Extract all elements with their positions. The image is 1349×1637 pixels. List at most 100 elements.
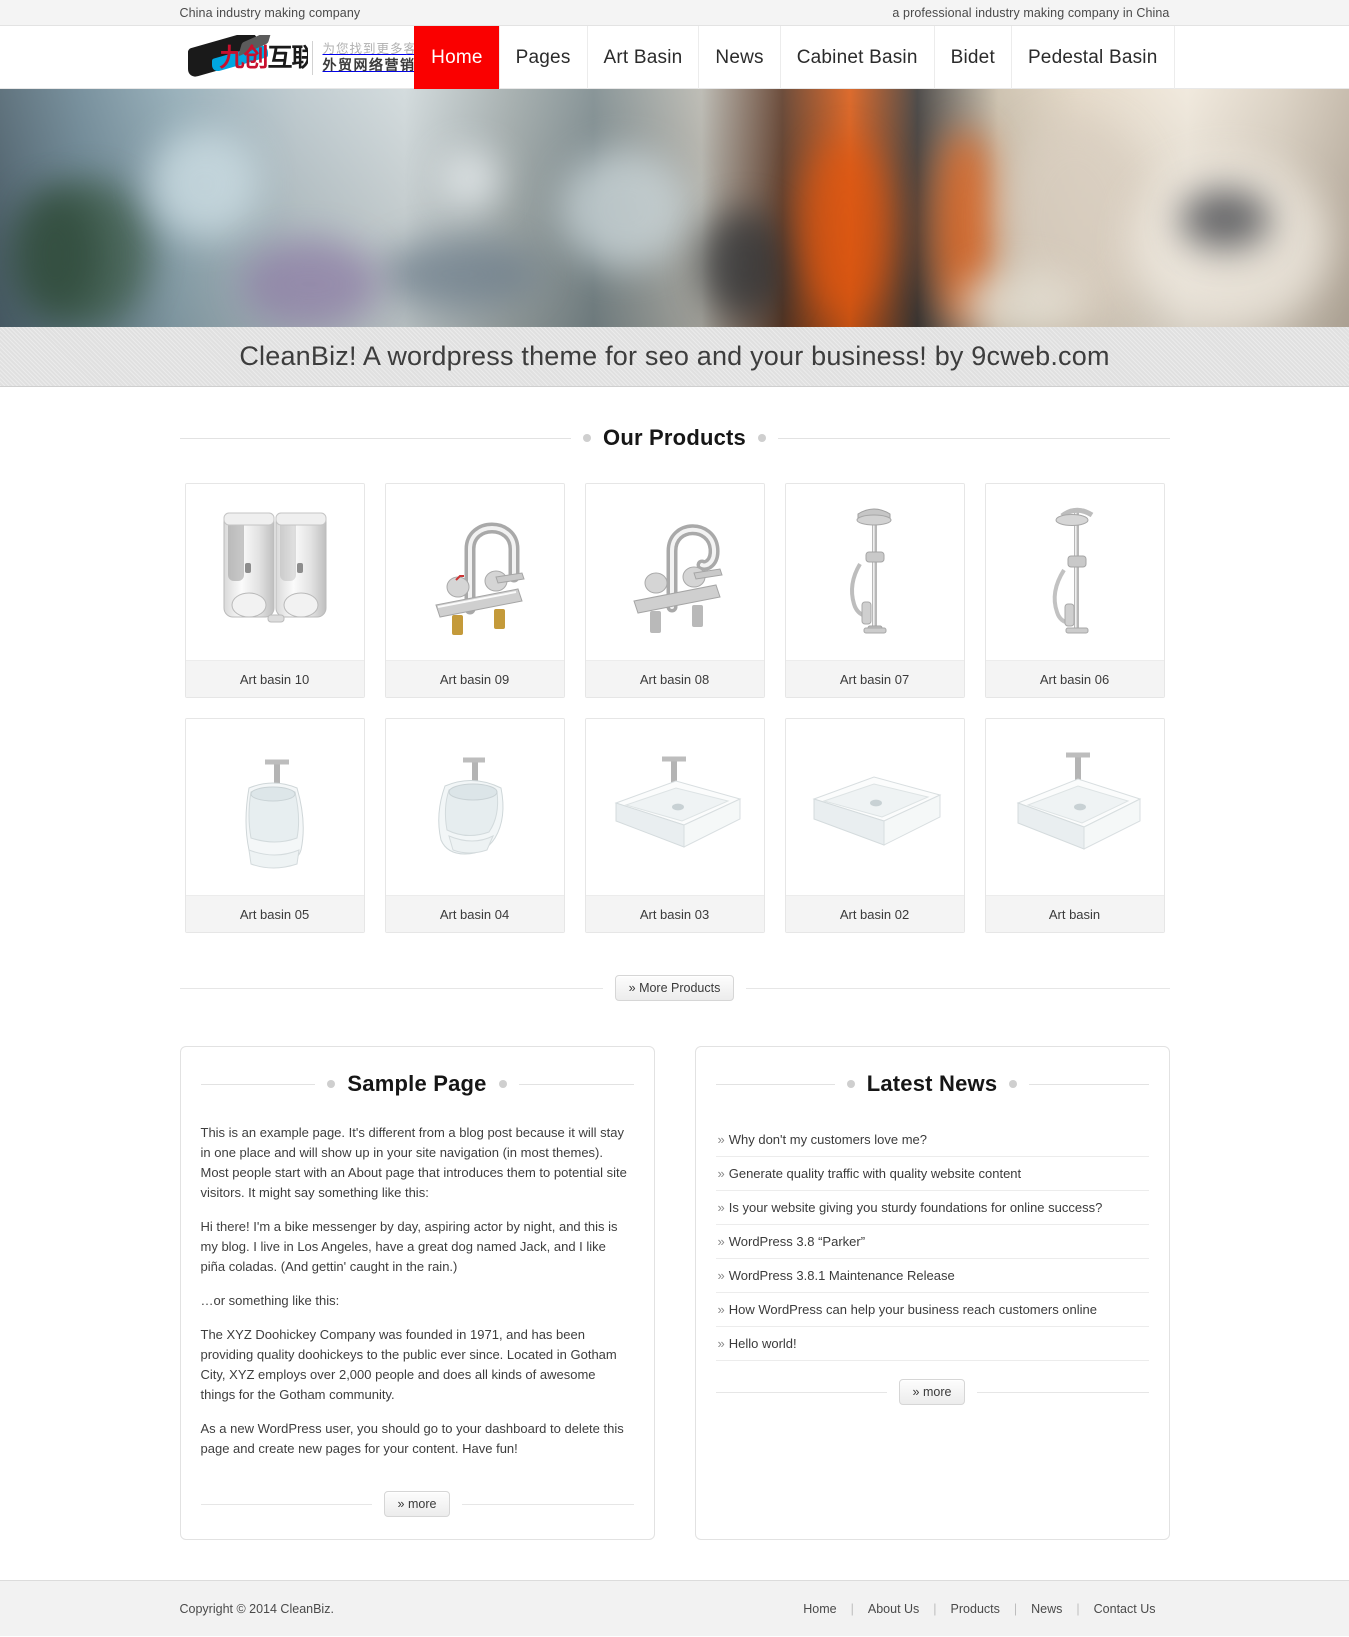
list-item: » Is your website giving you sturdy found…	[715, 1191, 1149, 1225]
sample-page-more-button[interactable]: » more	[383, 1491, 451, 1517]
news-link-text: WordPress 3.8.1 Maintenance Release	[728, 1268, 955, 1283]
rect-basin-icon	[613, 756, 741, 848]
products-section-title: Our Products	[179, 425, 1170, 451]
product-image	[385, 719, 564, 895]
product-caption: Art basin 09	[385, 660, 564, 697]
list-item: » Why don't my customers love me?	[715, 1123, 1149, 1157]
gooseneck-faucet-icon	[434, 522, 525, 635]
product-card[interactable]: Art basin	[984, 718, 1165, 933]
chevron-right-icon: »	[717, 1336, 725, 1351]
product-image	[385, 484, 564, 660]
product-caption: Art basin 03	[585, 895, 764, 932]
product-caption: Art basin 06	[985, 660, 1164, 697]
more-rule-right	[746, 987, 1170, 989]
list-item: » WordPress 3.8 “Parker”	[715, 1225, 1149, 1259]
title-rule-right	[518, 1083, 634, 1085]
news-link[interactable]: » Why don't my customers love me?	[716, 1123, 1149, 1156]
list-item: » WordPress 3.8.1 Maintenance Release	[715, 1259, 1149, 1293]
nav-item-pages[interactable]: Pages	[498, 26, 587, 89]
product-card[interactable]: Art basin 06	[984, 483, 1165, 698]
header-inner: 九创互联 为您找到更多客户 外贸网络营销 Home Pages Art Basi…	[180, 26, 1175, 89]
footer-link-contact-us[interactable]: Contact Us	[1080, 1602, 1170, 1616]
footer-link-products[interactable]: Products	[937, 1602, 1014, 1616]
curved-faucet-icon	[632, 524, 723, 633]
news-link[interactable]: » Hello world!	[716, 1327, 1149, 1360]
sample-paragraph: This is an example page. It's different …	[200, 1125, 627, 1200]
latest-news-title-text: Latest News	[866, 1071, 998, 1096]
news-link[interactable]: » WordPress 3.8 “Parker”	[716, 1225, 1149, 1258]
nav-item-bidet[interactable]: Bidet	[933, 26, 1011, 89]
top-bar-left-text: China industry making company	[179, 5, 361, 20]
footer-link-about-us[interactable]: About Us	[854, 1602, 933, 1616]
hero-banner	[0, 89, 1349, 327]
shower-set-icon	[1052, 507, 1093, 634]
hero-image	[0, 89, 1349, 327]
product-card[interactable]: Art basin 08	[584, 483, 765, 698]
more-products-row: » More Products	[179, 975, 1170, 1001]
nav-item-art-basin[interactable]: Art Basin	[586, 26, 699, 89]
nav-item-news[interactable]: News	[698, 26, 779, 89]
product-image	[585, 719, 764, 895]
nav-item-home[interactable]: Home	[414, 26, 499, 89]
chevron-right-icon: »	[717, 1268, 725, 1283]
sample-paragraph: Hi there! I'm a bike messenger by day, a…	[200, 1219, 618, 1274]
copyright-text: Copyright © 2014 CleanBiz.	[179, 1602, 334, 1616]
footer-links: Home | About Us | Products | News | Cont…	[789, 1602, 1169, 1616]
footer-link-news[interactable]: News	[1017, 1602, 1076, 1616]
product-caption: Art basin 02	[785, 895, 964, 932]
logo-chinese-black: 互联	[267, 42, 308, 72]
nav-item-cabinet-basin[interactable]: Cabinet Basin	[779, 26, 934, 89]
latest-news-more-button[interactable]: » more	[898, 1379, 966, 1405]
news-link[interactable]: » Generate quality traffic with quality w…	[716, 1157, 1149, 1190]
product-caption: Art basin 05	[185, 895, 364, 932]
more-rule-left	[715, 1391, 887, 1393]
chevron-right-icon: »	[717, 1166, 725, 1181]
product-image	[985, 484, 1164, 660]
news-link[interactable]: » Is your website giving you sturdy found…	[716, 1191, 1149, 1224]
news-link-text: Generate quality traffic with quality we…	[728, 1166, 1022, 1181]
footer-link-home[interactable]: Home	[789, 1602, 850, 1616]
sample-paragraph: …or something like this:	[200, 1293, 340, 1308]
news-link-text: Hello world!	[728, 1336, 797, 1351]
more-products-button[interactable]: » More Products	[614, 975, 735, 1001]
nav-item-pedestal-basin[interactable]: Pedestal Basin	[1010, 26, 1175, 89]
logo-chinese-red: 九创	[219, 42, 269, 72]
title-dot-left-icon	[583, 434, 592, 442]
rect-basin-plain-icon	[811, 776, 941, 846]
sample-page-panel: Sample Page This is an example page. It'…	[179, 1046, 655, 1540]
latest-news-panel: Latest News » Why don't my customers love…	[694, 1046, 1170, 1540]
news-link-text: WordPress 3.8 “Parker”	[728, 1234, 866, 1249]
latest-news-title-row: Latest News	[715, 1071, 1149, 1097]
top-bar-right-text: a professional industry making company i…	[892, 5, 1170, 20]
product-card[interactable]: Art basin 04	[384, 718, 565, 933]
top-bar-inner: China industry making company a professi…	[180, 6, 1170, 20]
news-link[interactable]: » How WordPress can help your business re…	[716, 1293, 1149, 1326]
product-card[interactable]: Art basin 05	[184, 718, 365, 933]
product-grid-row-2: Art basin 05 Art basin 04 Art basin 03 A…	[180, 718, 1170, 933]
news-link-text: Is your website giving you sturdy founda…	[728, 1200, 1103, 1215]
main-content: Our Products Art basin 10 Art basin 09 A…	[179, 387, 1170, 1580]
product-card[interactable]: Art basin 10	[184, 483, 365, 698]
sample-page-more-row: » more	[200, 1491, 634, 1517]
hero-tagline-text: CleanBiz! A wordpress theme for seo and …	[239, 341, 1110, 371]
site-logo[interactable]: 九创互联 为您找到更多客户 外贸网络营销	[186, 32, 431, 84]
chevron-right-icon: »	[717, 1200, 725, 1215]
product-card[interactable]: Art basin 07	[784, 483, 965, 698]
chevron-right-icon: »	[717, 1302, 725, 1317]
news-link-text: How WordPress can help your business rea…	[728, 1302, 1097, 1317]
title-dot-left-icon	[846, 1080, 855, 1088]
sample-page-title-row: Sample Page	[200, 1071, 634, 1097]
title-rule-left	[200, 1083, 316, 1085]
product-card[interactable]: Art basin 02	[784, 718, 965, 933]
hero-tagline-bar: CleanBiz! A wordpress theme for seo and …	[0, 327, 1349, 387]
sample-paragraph: As a new WordPress user, you should go t…	[200, 1421, 624, 1456]
news-link[interactable]: » WordPress 3.8.1 Maintenance Release	[716, 1259, 1149, 1292]
product-image	[785, 484, 964, 660]
chevron-right-icon: »	[717, 1132, 725, 1147]
product-card[interactable]: Art basin 09	[384, 483, 565, 698]
product-card[interactable]: Art basin 03	[584, 718, 765, 933]
sample-paragraph: The XYZ Doohickey Company was founded in…	[200, 1327, 617, 1402]
shower-column-icon	[849, 508, 891, 634]
product-caption: Art basin 07	[785, 660, 964, 697]
product-image	[985, 719, 1164, 895]
